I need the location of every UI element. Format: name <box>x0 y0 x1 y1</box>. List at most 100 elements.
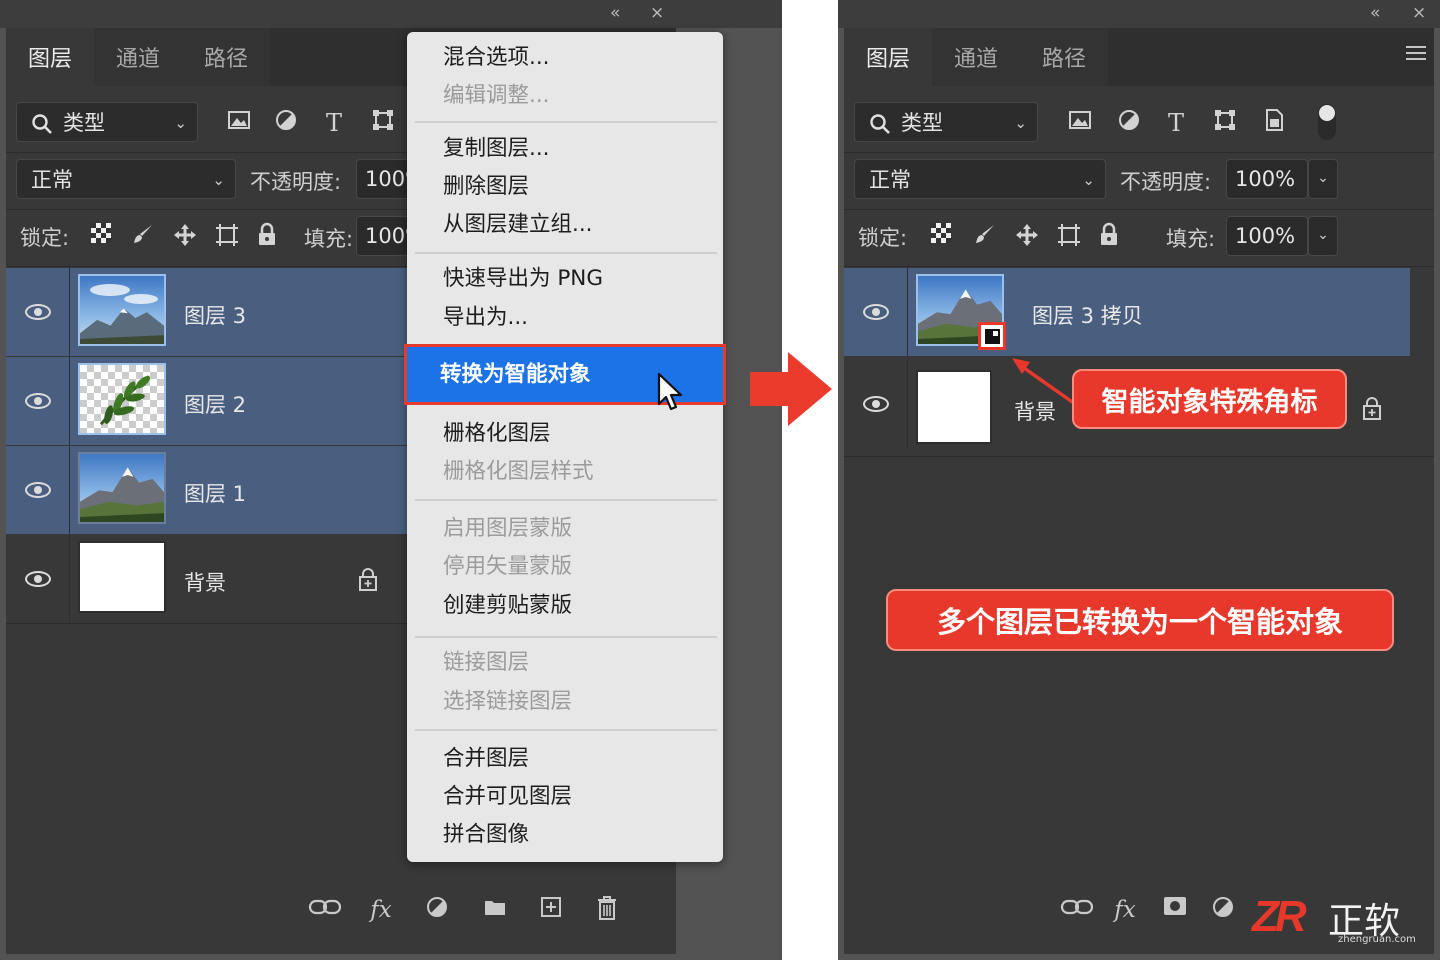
image-filter-icon[interactable] <box>1065 108 1095 138</box>
lock-pixels-brush-icon[interactable] <box>130 222 156 248</box>
menu-item-quick-export-png[interactable]: 快速导出为 PNG <box>443 260 603 298</box>
menu-item-create-clipping-mask[interactable]: 创建剪贴蒙版 <box>443 587 572 625</box>
opacity-input[interactable]: 100% <box>1226 159 1308 199</box>
close-icon[interactable]: × <box>650 3 664 23</box>
fill-label: 填充: <box>304 227 354 251</box>
search-icon <box>32 114 52 134</box>
type-filter-icon[interactable]: T <box>1161 108 1191 138</box>
eye-icon <box>24 304 51 320</box>
menu-item-rasterize-layer-style: 栅格化图层样式 <box>443 459 594 484</box>
fill-label: 填充: <box>1166 227 1216 251</box>
blend-mode-dropdown[interactable]: 正常 ⌄ <box>16 159 236 199</box>
blend-mode-dropdown[interactable]: 正常 ⌄ <box>854 159 1106 199</box>
lock-artboard-icon[interactable] <box>1056 222 1082 248</box>
layer-thumbnail-white <box>78 541 166 613</box>
layers-panel-body: 图层 通道 路径 类型 ⌄ T 正常 ⌄ 不透明度: 100% ⌄ 锁定: 填充… <box>844 28 1434 954</box>
fill-dropdown-button[interactable]: ⌄ <box>1308 216 1338 256</box>
lock-pixels-brush-icon[interactable] <box>972 222 998 248</box>
delete-layer-icon[interactable] <box>590 895 624 925</box>
type-filter-icon[interactable]: T <box>319 108 349 138</box>
new-group-icon[interactable] <box>478 895 512 925</box>
adjustment-filter-icon[interactable] <box>271 108 301 138</box>
visibility-toggle[interactable] <box>6 535 70 623</box>
lock-label: 锁定: <box>20 226 70 250</box>
layer-row-smart-object[interactable]: 图层 3 拷贝 <box>844 268 1410 356</box>
menu-item-flatten-image[interactable]: 拼合图像 <box>443 816 529 854</box>
new-layer-icon[interactable] <box>534 895 568 925</box>
opacity-value: 100% <box>1235 167 1296 191</box>
lock-artboard-icon[interactable] <box>214 222 240 248</box>
layer-lock-icon[interactable] <box>1362 396 1382 420</box>
fx-icon[interactable]: fx <box>364 895 398 925</box>
lock-position-move-icon[interactable] <box>1014 222 1040 248</box>
layer-name[interactable]: 背景 <box>184 567 226 597</box>
adjustment-filter-icon[interactable] <box>1114 108 1144 138</box>
adjustment-layer-icon[interactable] <box>420 895 454 925</box>
menu-item-link-layers: 链接图层 <box>443 650 530 675</box>
eye-icon <box>862 304 889 320</box>
visibility-toggle[interactable] <box>844 360 908 448</box>
tab-paths[interactable]: 路径 <box>1020 28 1108 86</box>
filter-kind-label: 类型 <box>901 111 943 135</box>
menu-item-duplicate-layer[interactable]: 复制图层... <box>443 130 550 168</box>
menu-item-blending-options[interactable]: 混合选项... <box>443 39 550 77</box>
menu-item-enable-layer-mask: 启用图层蒙版 <box>443 516 573 541</box>
filter-kind-dropdown[interactable]: 类型 ⌄ <box>16 102 198 142</box>
menu-item-select-linked-layers: 选择链接图层 <box>443 689 573 714</box>
panel-menu-icon[interactable] <box>1406 46 1426 64</box>
collapse-icon[interactable]: « <box>610 3 620 23</box>
fill-input[interactable]: 100% <box>1226 216 1308 256</box>
link-layers-icon[interactable] <box>308 895 342 925</box>
watermark-url: zhengruan.com <box>1338 934 1416 945</box>
add-mask-icon[interactable] <box>1158 895 1192 925</box>
tab-channels[interactable]: 通道 <box>932 28 1020 86</box>
tab-layers[interactable]: 图层 <box>844 28 932 86</box>
filter-kind-dropdown[interactable]: 类型 ⌄ <box>854 102 1038 142</box>
blend-mode-value: 正常 <box>31 168 73 192</box>
shape-filter-icon[interactable] <box>1210 108 1240 138</box>
menu-item-export-as[interactable]: 导出为... <box>443 299 528 337</box>
layer-name[interactable]: 图层 3 拷贝 <box>1032 300 1143 330</box>
tab-layers[interactable]: 图层 <box>6 28 94 86</box>
tab-channels[interactable]: 通道 <box>94 28 182 86</box>
layer-name[interactable]: 图层 2 <box>184 389 246 419</box>
smart-object-badge-callout: 智能对象特殊角标 <box>1072 369 1347 429</box>
lock-transparent-icon[interactable] <box>928 222 954 248</box>
visibility-toggle[interactable] <box>6 357 70 445</box>
opacity-label: 不透明度: <box>1120 170 1212 194</box>
layer-thumbnail-mountain-forest <box>78 452 166 524</box>
shape-filter-icon[interactable] <box>368 108 398 138</box>
chevron-down-icon: ⌄ <box>1082 171 1095 189</box>
menu-item-label: 转换为智能对象 <box>440 362 591 387</box>
menu-item-merge-layers[interactable]: 合并图层 <box>443 740 529 778</box>
collapse-icon[interactable]: « <box>1370 3 1380 23</box>
menu-item-rasterize-layer[interactable]: 栅格化图层 <box>443 415 551 453</box>
layer-lock-icon[interactable] <box>358 567 378 591</box>
filter-toggle-switch[interactable] <box>1318 104 1336 140</box>
visibility-toggle[interactable] <box>6 268 70 356</box>
fx-icon[interactable]: fx <box>1108 895 1142 925</box>
image-filter-icon[interactable] <box>224 108 254 138</box>
menu-item-group-from-layers[interactable]: 从图层建立组... <box>443 206 593 244</box>
lock-transparent-icon[interactable] <box>88 222 114 248</box>
layer-name[interactable]: 图层 3 <box>184 300 246 330</box>
chevron-down-icon: ⌄ <box>174 114 187 132</box>
visibility-toggle[interactable] <box>6 446 70 534</box>
layer-name[interactable]: 图层 1 <box>184 478 246 508</box>
lock-position-move-icon[interactable] <box>172 222 198 248</box>
smart-object-filter-icon[interactable] <box>1259 108 1289 138</box>
menu-item-delete-layer[interactable]: 删除图层 <box>443 168 529 206</box>
eye-icon <box>862 396 889 412</box>
adjustment-layer-icon[interactable] <box>1206 895 1240 925</box>
transition-arrow-icon <box>750 352 832 426</box>
menu-item-merge-visible[interactable]: 合并可见图层 <box>443 778 572 816</box>
lock-all-icon[interactable] <box>1096 222 1122 248</box>
lock-all-icon[interactable] <box>254 222 280 248</box>
opacity-dropdown-button[interactable]: ⌄ <box>1308 159 1338 199</box>
smart-object-badge-icon <box>978 322 1006 350</box>
tab-paths[interactable]: 路径 <box>182 28 270 86</box>
visibility-toggle[interactable] <box>844 268 908 356</box>
link-layers-icon[interactable] <box>1060 895 1094 925</box>
close-icon[interactable]: × <box>1412 3 1426 23</box>
menu-item-edit-adjustment: 编辑调整... <box>443 83 550 108</box>
